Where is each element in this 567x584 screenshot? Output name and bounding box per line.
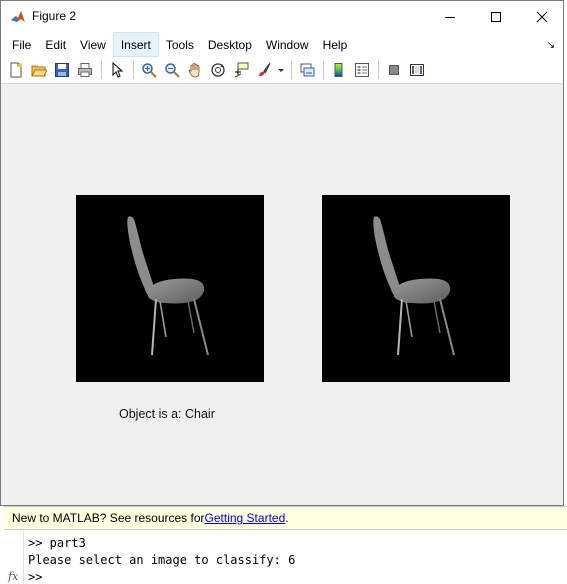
menu-file[interactable]: File: [5, 32, 38, 57]
getting-started-link[interactable]: Getting Started: [205, 511, 286, 525]
chair-image: [373, 216, 455, 356]
menu-help[interactable]: Help: [316, 32, 355, 57]
toolbar-separator: [133, 61, 134, 79]
menu-desktop[interactable]: Desktop: [201, 32, 259, 57]
pan-hand-icon[interactable]: [184, 59, 206, 81]
figure-toolbar: [1, 57, 563, 84]
menu-insert[interactable]: Insert: [112, 32, 159, 57]
print-icon[interactable]: [74, 59, 96, 81]
toolbar-separator: [323, 61, 324, 79]
minimize-button[interactable]: [427, 1, 473, 32]
edit-plot-arrow-icon[interactable]: [106, 59, 128, 81]
toolbar-separator: [101, 61, 102, 79]
zoom-in-icon[interactable]: [138, 59, 160, 81]
link-plot-icon[interactable]: [296, 59, 318, 81]
classification-caption: Object is a: Chair: [119, 407, 215, 421]
maximize-button[interactable]: [473, 1, 519, 32]
toolbar-separator: [378, 61, 379, 79]
figure-canvas[interactable]: Object is a: Chair: [1, 85, 563, 505]
brush-dropdown-icon[interactable]: [276, 59, 286, 81]
fx-function-browser-icon[interactable]: fx: [8, 570, 18, 583]
brush-icon[interactable]: [253, 59, 275, 81]
right-image-axes[interactable]: [322, 195, 510, 382]
menu-view[interactable]: View: [73, 32, 113, 57]
data-cursor-icon[interactable]: [230, 59, 252, 81]
zoom-out-icon[interactable]: [161, 59, 183, 81]
dock-arrow-icon[interactable]: ↘: [547, 40, 555, 51]
left-image-axes[interactable]: [76, 195, 264, 382]
command-window-output[interactable]: >> part3 Please select an image to classi…: [28, 535, 295, 584]
menu-tools[interactable]: Tools: [159, 32, 201, 57]
menu-edit[interactable]: Edit: [38, 32, 73, 57]
window-title: Figure 2: [32, 9, 77, 23]
matlab-logo-icon: [10, 9, 26, 25]
hide-plot-tools-icon[interactable]: [383, 59, 405, 81]
colorbar-icon[interactable]: [328, 59, 350, 81]
getting-started-banner: New to MATLAB? See resources for Getting…: [4, 506, 567, 530]
open-file-icon[interactable]: [28, 59, 50, 81]
command-line: Please select an image to classify: 6: [28, 553, 296, 567]
banner-text: New to MATLAB? See resources for: [12, 511, 205, 525]
show-plot-tools-icon[interactable]: [406, 59, 428, 81]
command-prompt[interactable]: >>: [28, 569, 295, 584]
figure-window: Figure 2 File Edit View Insert Tools Des…: [0, 0, 564, 506]
menu-bar: File Edit View Insert Tools Desktop Wind…: [1, 32, 563, 57]
legend-icon[interactable]: [351, 59, 373, 81]
banner-suffix: .: [285, 511, 289, 525]
title-bar: Figure 2: [1, 1, 563, 32]
save-icon[interactable]: [51, 59, 73, 81]
command-line: >> part3: [28, 536, 86, 550]
toolbar-separator: [291, 61, 292, 79]
close-button[interactable]: [519, 1, 565, 32]
new-figure-icon[interactable]: [5, 59, 27, 81]
menu-window[interactable]: Window: [259, 32, 316, 57]
chair-image: [127, 216, 209, 356]
rotate-3d-icon[interactable]: [207, 59, 229, 81]
